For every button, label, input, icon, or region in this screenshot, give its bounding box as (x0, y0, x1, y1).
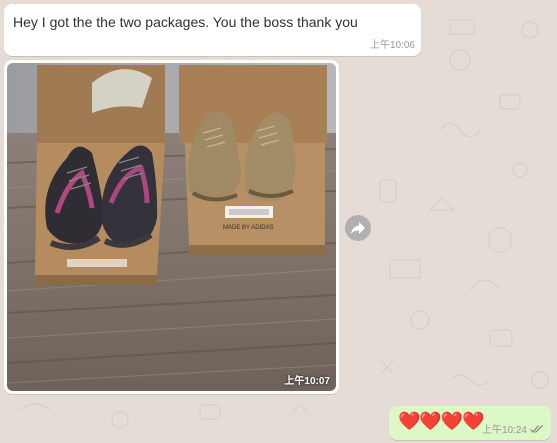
forward-button[interactable] (345, 215, 371, 241)
forward-arrow-icon (351, 222, 365, 234)
message-text: Hey I got the the two packages. You the … (13, 14, 358, 30)
outgoing-message-bubble[interactable]: ❤️❤️❤️❤️ 上午10:24 (389, 406, 551, 440)
message-meta: 上午10:24 (482, 421, 544, 436)
incoming-message-bubble[interactable]: Hey I got the the two packages. You the … (4, 4, 421, 56)
incoming-image-bubble[interactable]: MADE BY ADIDAS 上午10:07 (4, 60, 339, 394)
message-timestamp: 上午10:06 (369, 40, 415, 51)
image-timestamp: 上午10:07 (284, 376, 330, 387)
heart-emoji-message: ❤️❤️❤️❤️ (398, 411, 485, 432)
message-timestamp: 上午10:24 (481, 425, 527, 436)
double-check-icon (530, 424, 543, 433)
box-label: MADE BY ADIDAS (223, 225, 274, 231)
sneaker-photo[interactable]: MADE BY ADIDAS (7, 63, 336, 391)
